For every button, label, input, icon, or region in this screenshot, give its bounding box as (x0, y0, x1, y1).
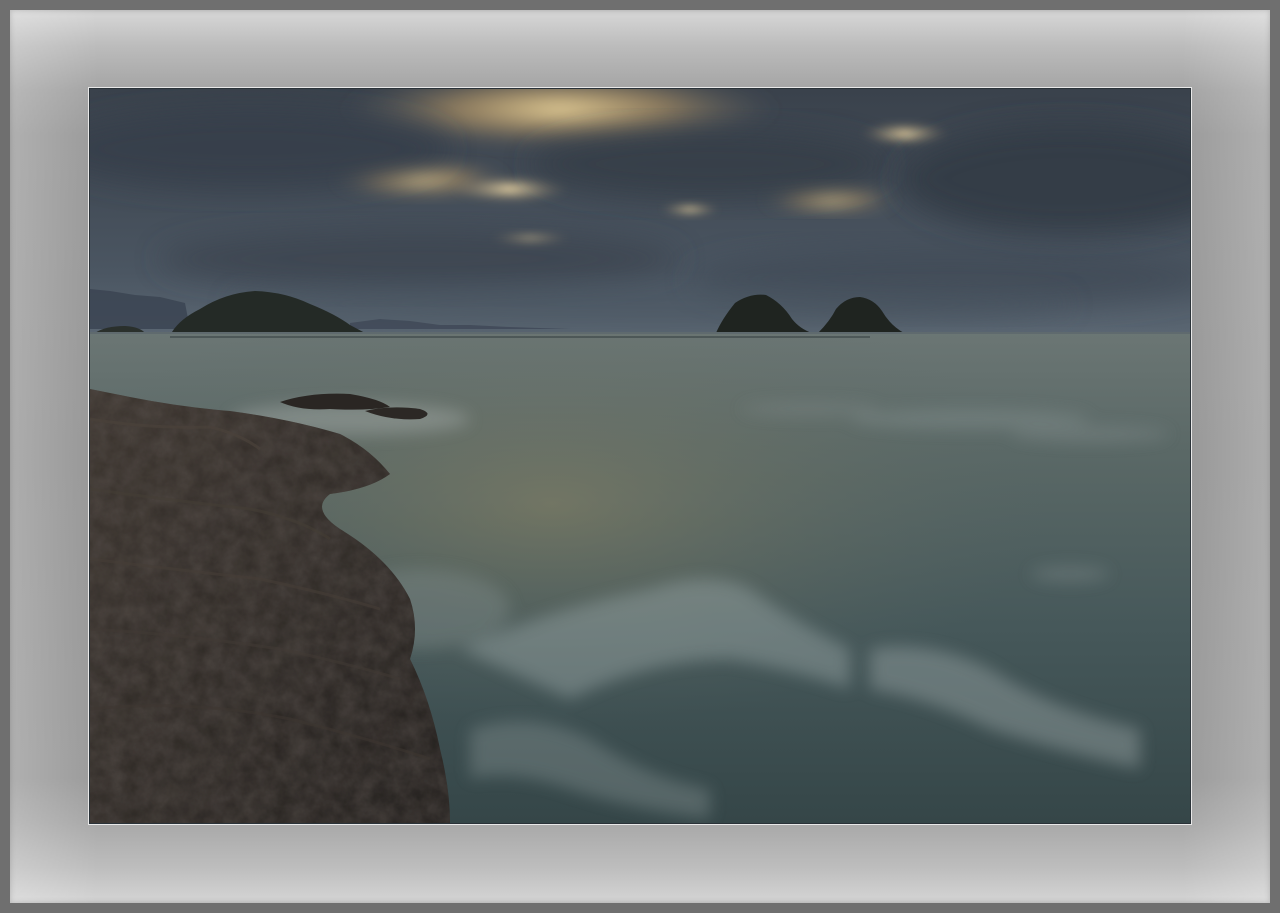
seascape-photo (90, 89, 1190, 823)
